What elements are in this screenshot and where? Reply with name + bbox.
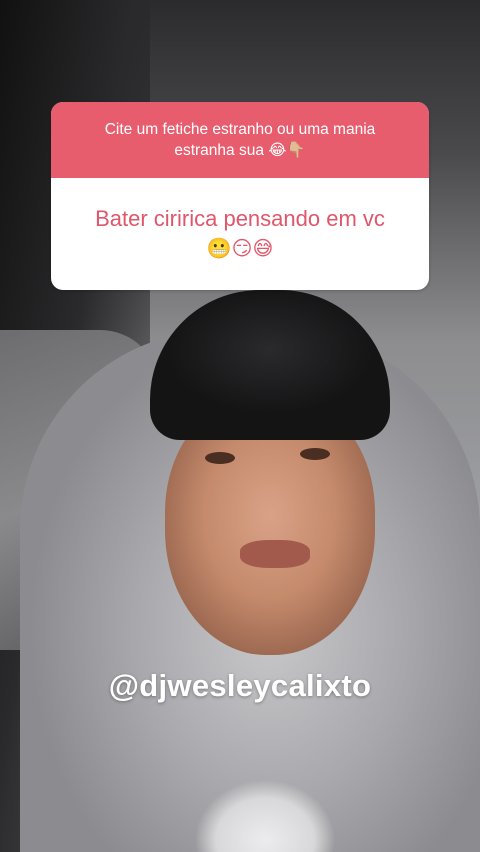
mention-sticker[interactable]: @djwesleycalixto [0, 668, 480, 704]
right-eye [300, 448, 330, 460]
answer-area: Bater ciririca pensando em vc 😬😏😅 [51, 178, 429, 290]
mouth [240, 540, 310, 568]
hoodie-logo [195, 770, 335, 852]
baseball-cap [150, 290, 390, 440]
answer-emoji: 😬😏😅 [206, 238, 274, 260]
left-eye [205, 452, 235, 464]
question-text: Cite um fetiche estranho ou uma mania es… [51, 102, 429, 178]
question-sticker[interactable]: Cite um fetiche estranho ou uma mania es… [51, 102, 429, 290]
answer-text: Bater ciririca pensando em vc [95, 206, 385, 231]
